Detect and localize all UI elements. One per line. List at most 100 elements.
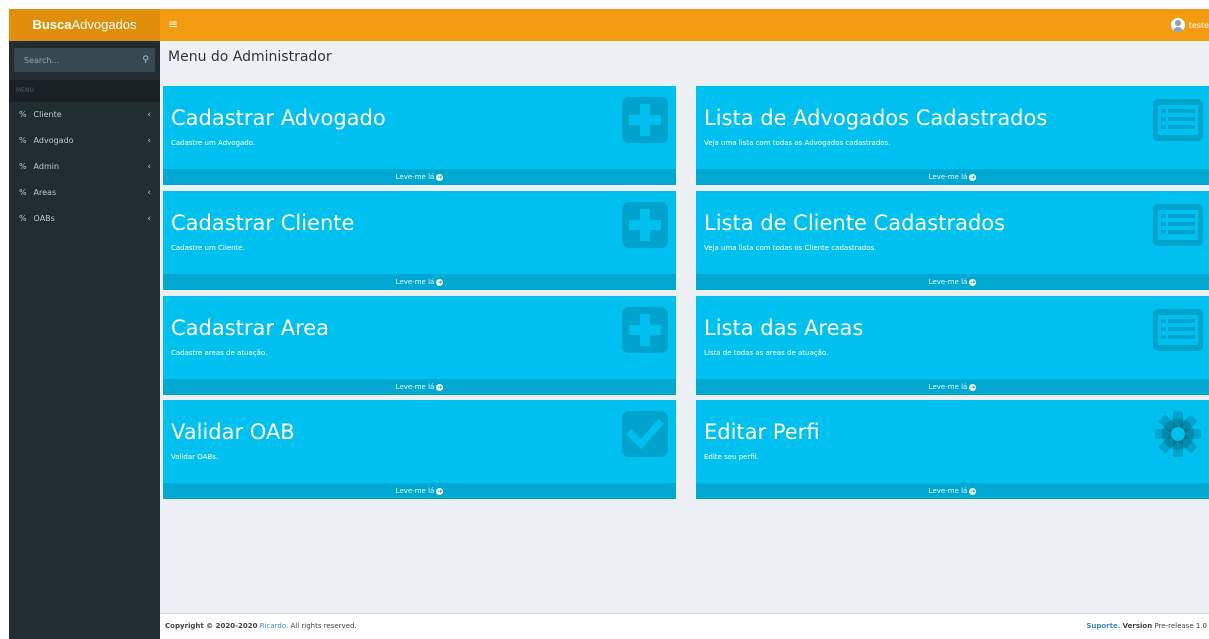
list-alt-icon <box>1153 309 1203 351</box>
arrow-circle-right-icon: ➜ <box>969 487 977 495</box>
chevron-left-icon: ‹ <box>147 136 151 146</box>
support-link[interactable]: Suporte. <box>1086 622 1120 630</box>
app-logo[interactable]: BuscaAdvogados <box>9 9 160 41</box>
logo-bold-text: Busca <box>32 17 72 32</box>
card-link-label: Leve-me lá <box>395 383 435 391</box>
card-title: Cadastrar Advogado <box>171 106 386 130</box>
card-lista-advogados: Lista de Advogados Cadastrados Veja uma … <box>696 86 1209 185</box>
card-editar-perfil: Editar Perfi Edite seu perfil. Leve-me l… <box>696 400 1209 499</box>
card-description: Cadastre um Advogado. <box>171 139 256 147</box>
card-cadastrar-area: Cadastrar Area Cadastre areas de atuação… <box>163 296 676 395</box>
card-link-label: Leve-me lá <box>395 173 435 181</box>
card-link[interactable]: Leve-me lá ➜ <box>163 274 676 290</box>
search-icon[interactable]: ⚲ <box>142 48 149 72</box>
card-title: Validar OAB <box>171 420 295 444</box>
arrow-circle-right-icon: ➜ <box>969 173 977 181</box>
chevron-left-icon: ‹ <box>147 162 151 172</box>
sidebar: ⚲ MENU % Cliente ‹ % Advogado ‹ % Admin … <box>9 41 160 639</box>
version-value: Pre-release 1.0 <box>1154 622 1207 630</box>
arrow-circle-right-icon: ➜ <box>436 383 444 391</box>
sidebar-item-label: Advogado <box>33 136 74 145</box>
card-link[interactable]: Leve-me lá ➜ <box>163 483 676 499</box>
sidebar-item-label: Cliente <box>33 110 62 119</box>
arrow-circle-right-icon: ➜ <box>969 278 977 286</box>
card-link[interactable]: Leve-me lá ➜ <box>696 379 1209 395</box>
sidebar-item-areas[interactable]: % Areas ‹ <box>9 180 160 206</box>
logo-text: Advogados <box>71 17 137 32</box>
card-title: Lista das Areas <box>704 316 864 340</box>
card-link[interactable]: Leve-me lá ➜ <box>163 169 676 185</box>
card-link[interactable]: Leve-me lá ➜ <box>696 169 1209 185</box>
card-description: Validar OABs. <box>171 453 219 461</box>
arrow-circle-right-icon: ➜ <box>436 173 444 181</box>
card-validar-oab: Validar OAB Validar OABs. Leve-me lá ➜ <box>163 400 676 499</box>
main-content: Menu do Administrador Cadastrar Advogado… <box>160 41 1209 639</box>
card-link-label: Leve-me lá <box>928 173 968 181</box>
plus-square-icon <box>622 307 668 353</box>
sidebar-item-admin[interactable]: % Admin ‹ <box>9 154 160 180</box>
copyright-text: Copyright © 2020-2020 <box>165 622 258 630</box>
card-description: Edite seu perfil. <box>704 453 759 461</box>
plus-square-icon <box>622 202 668 248</box>
card-link-label: Leve-me lá <box>395 487 435 495</box>
card-link[interactable]: Leve-me lá ➜ <box>696 274 1209 290</box>
page-title: Menu do Administrador <box>168 49 332 65</box>
arrow-circle-right-icon: ➜ <box>436 487 444 495</box>
sidebar-item-advogado[interactable]: % Advogado ‹ <box>9 128 160 154</box>
user-menu[interactable]: teste <box>1170 9 1209 41</box>
card-description: Veja uma lista com todas os Cliente cada… <box>704 244 877 252</box>
arrow-circle-right-icon: ➜ <box>969 383 977 391</box>
sidebar-item-cliente[interactable]: % Cliente ‹ <box>9 102 160 128</box>
chevron-left-icon: ‹ <box>147 110 151 120</box>
check-square-icon <box>622 411 668 457</box>
sidebar-search: ⚲ <box>14 48 155 73</box>
sidebar-item-label: OABs <box>33 214 55 223</box>
card-title: Cadastrar Cliente <box>171 211 355 235</box>
card-description: Cadastre um Cliente. <box>171 244 245 252</box>
bars-icon[interactable]: ≡ <box>168 9 178 41</box>
user-name: teste <box>1188 20 1209 30</box>
sidebar-item-label: Admin <box>33 162 60 171</box>
page-footer: Copyright © 2020-2020 Ricardo. All right… <box>160 613 1209 639</box>
copyright: Copyright © 2020-2020 Ricardo. All right… <box>165 614 357 639</box>
menu-header: MENU <box>9 80 160 102</box>
list-alt-icon <box>1153 99 1203 141</box>
chevron-left-icon: ‹ <box>147 188 151 198</box>
card-link-label: Leve-me lá <box>928 278 968 286</box>
card-link-label: Leve-me lá <box>928 383 968 391</box>
sidebar-item-oabs[interactable]: % OABs ‹ <box>9 206 160 232</box>
top-navbar: ≡ teste <box>160 9 1209 41</box>
card-title: Lista de Advogados Cadastrados <box>704 106 1048 130</box>
link-icon: % <box>19 136 27 145</box>
author-link[interactable]: Ricardo. <box>260 622 289 630</box>
link-icon: % <box>19 162 27 171</box>
rights-text: All rights reserved. <box>290 622 357 630</box>
card-title: Lista de Cliente Cadastrados <box>704 211 1006 235</box>
card-description: Veja uma lista com todas os Advogados ca… <box>704 139 891 147</box>
link-icon: % <box>19 110 27 119</box>
card-title: Editar Perfi <box>704 420 820 444</box>
card-link-label: Leve-me lá <box>928 487 968 495</box>
link-icon: % <box>19 188 27 197</box>
app-frame: BuscaAdvogados ≡ teste ⚲ MENU % Cliente … <box>9 9 1209 639</box>
version-label: Version <box>1122 622 1153 630</box>
avatar <box>1170 18 1185 32</box>
gear-icon <box>1155 411 1201 457</box>
card-lista-areas: Lista das Areas Lista de todas as areas … <box>696 296 1209 395</box>
search-input[interactable] <box>14 48 134 73</box>
plus-square-icon <box>622 97 668 143</box>
sidebar-item-label: Areas <box>33 188 57 197</box>
card-title: Cadastrar Area <box>171 316 330 340</box>
card-cadastrar-cliente: Cadastrar Cliente Cadastre um Cliente. L… <box>163 191 676 290</box>
card-lista-clientes: Lista de Cliente Cadastrados Veja uma li… <box>696 191 1209 290</box>
card-link[interactable]: Leve-me lá ➜ <box>696 483 1209 499</box>
link-icon: % <box>19 214 27 223</box>
card-description: Cadastre areas de atuação. <box>171 349 268 357</box>
card-cadastrar-advogado: Cadastrar Advogado Cadastre um Advogado.… <box>163 86 676 185</box>
card-link-label: Leve-me lá <box>395 278 435 286</box>
list-alt-icon <box>1153 204 1203 246</box>
arrow-circle-right-icon: ➜ <box>436 278 444 286</box>
card-link[interactable]: Leve-me lá ➜ <box>163 379 676 395</box>
card-description: Lista de todas as areas de atuação. <box>704 349 829 357</box>
chevron-left-icon: ‹ <box>147 214 151 224</box>
